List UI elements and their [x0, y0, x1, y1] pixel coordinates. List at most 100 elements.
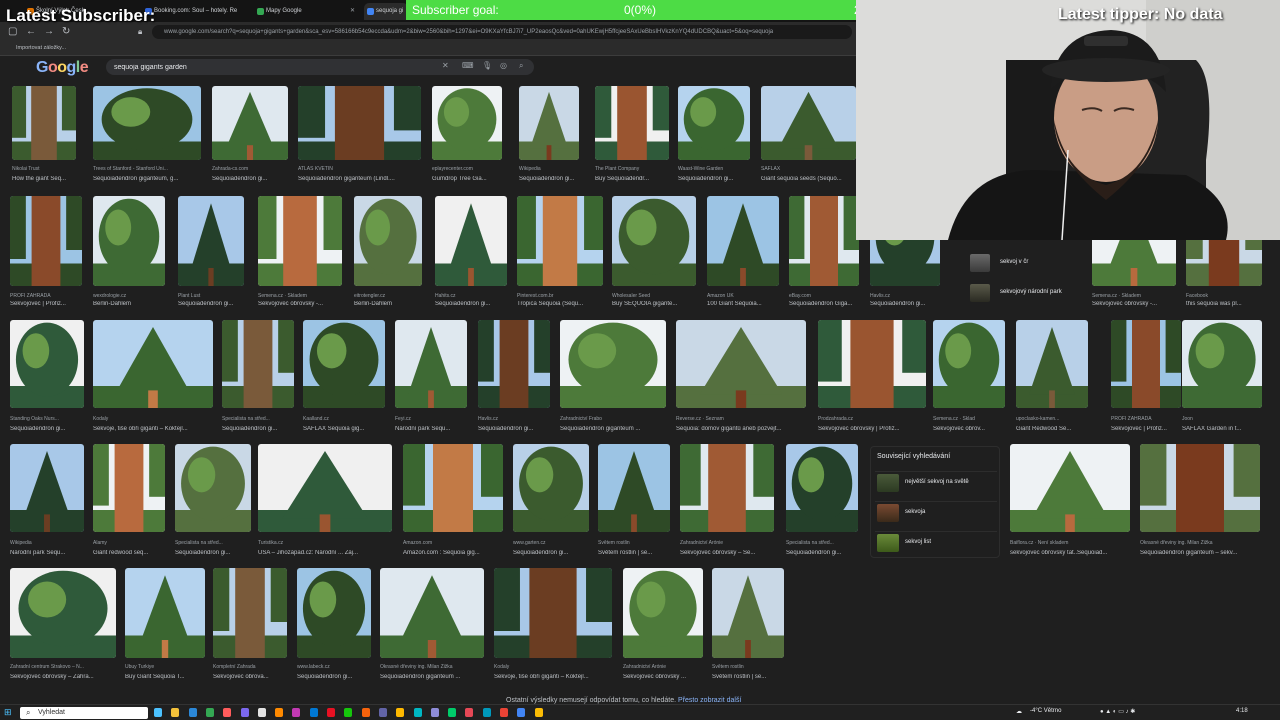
image-result[interactable]: Havlis.cz Sequoiadendron gi...	[478, 320, 550, 434]
result-thumbnail[interactable]	[761, 86, 856, 160]
result-thumbnail[interactable]	[818, 320, 926, 408]
taskbar-app-icon[interactable]	[517, 708, 526, 717]
image-result[interactable]: eBay.com Sequoiadendron Giga...	[789, 196, 859, 309]
result-source[interactable]: Okrasné dřeviny ing. Milan Žižka	[1140, 540, 1260, 546]
result-source[interactable]: Ubuy Turkiye	[125, 664, 205, 670]
image-result[interactable]: Světem rostlin Světem rostlin | se...	[598, 444, 670, 558]
image-result[interactable]: eitrotengler.cz Berlin-Dahlem	[354, 196, 422, 309]
result-title[interactable]: SAFLAX Garden in t...	[1182, 426, 1262, 432]
result-thumbnail[interactable]	[303, 320, 385, 408]
result-title[interactable]: Buy Sequoiadendr...	[595, 176, 669, 182]
related-search-item[interactable]: sekvojový národní park	[970, 282, 1086, 304]
image-result[interactable]: Reverse.cz · Seznam Sequoia: domov gigant…	[676, 320, 806, 434]
taskbar-app-icon[interactable]	[430, 708, 439, 717]
image-result[interactable]: Nikolai Trust How the giant Seq...	[12, 86, 76, 184]
result-source[interactable]: Feyi.cz	[395, 416, 467, 422]
related-search-item[interactable]: sekvoj v čr	[970, 252, 1086, 274]
result-source[interactable]: Havlis.cz	[870, 293, 940, 299]
result-thumbnail[interactable]	[178, 196, 244, 286]
taskbar-app-icon[interactable]	[275, 708, 284, 717]
result-title[interactable]: Sequoiadendron gi...	[786, 550, 858, 556]
result-title[interactable]: Světem rostlin | se...	[598, 550, 670, 556]
result-thumbnail[interactable]	[213, 568, 287, 658]
result-thumbnail[interactable]	[380, 568, 484, 658]
result-thumbnail[interactable]	[519, 86, 579, 160]
result-title[interactable]: Berlin-Dahlem	[93, 301, 165, 307]
result-title[interactable]: Giant redwood seq...	[93, 550, 165, 556]
lens-icon[interactable]: ◎	[500, 61, 507, 70]
result-source[interactable]: Havlis.cz	[478, 416, 550, 422]
result-thumbnail[interactable]	[595, 86, 669, 160]
image-result[interactable]: Kompletní Zahrada Sekvojovec obrova...	[213, 568, 287, 682]
result-title[interactable]: 100 Giant Sequoia...	[707, 301, 779, 307]
result-title[interactable]: Sekvojovec obrovský -...	[258, 301, 342, 307]
result-thumbnail[interactable]	[680, 444, 774, 532]
result-source[interactable]: Specialista na střed...	[175, 540, 251, 546]
taskbar-app-icon[interactable]	[413, 708, 422, 717]
result-thumbnail[interactable]	[93, 86, 201, 160]
result-title[interactable]: this sequoia was pl...	[1186, 301, 1262, 307]
result-source[interactable]: Kodaly	[93, 416, 213, 422]
result-source[interactable]: eBay.com	[789, 293, 859, 299]
result-source[interactable]: SAFLAX	[761, 166, 856, 172]
taskbar-app-icon[interactable]	[240, 708, 249, 717]
result-thumbnail[interactable]	[395, 320, 467, 408]
result-source[interactable]: Zahradní centrum Strakovo – N...	[10, 664, 116, 670]
result-thumbnail[interactable]	[175, 444, 251, 532]
result-thumbnail[interactable]	[10, 568, 116, 658]
taskbar-app-icon[interactable]	[482, 708, 491, 717]
result-source[interactable]: Plant Lust	[178, 293, 244, 299]
result-source[interactable]: PROFI ZAHRADA	[1111, 416, 1181, 422]
result-source[interactable]: Semena.cz · Sklad	[933, 416, 1005, 422]
image-result[interactable]: Zahradnictví Arónie Sekvojovec obrovský –…	[680, 444, 774, 558]
result-source[interactable]: Joon	[1182, 416, 1262, 422]
image-result[interactable]: Kodaly Sekvoje, tiše obři giganti – Kokte…	[93, 320, 213, 434]
result-title[interactable]: Národní park Sequ...	[395, 426, 467, 432]
clock[interactable]: 4:18	[1236, 708, 1248, 714]
image-result[interactable]: www.labeck.cz Sequoiadendron gi...	[297, 568, 371, 682]
result-title[interactable]: Sekvojovec obrovský – Se...	[680, 550, 774, 556]
result-source[interactable]: Nikolai Trust	[12, 166, 76, 172]
weather-icon[interactable]: ☁	[1016, 708, 1022, 715]
image-result[interactable]: Zahradní centrum Strakovo – N... Sekvojov…	[10, 568, 116, 682]
image-result[interactable]: Wikipedia Sequoiadendron gi...	[519, 86, 579, 184]
result-thumbnail[interactable]	[612, 196, 696, 286]
result-title[interactable]: Amazon.com : Sequoia gig...	[403, 550, 503, 556]
taskbar-app-icon[interactable]	[465, 708, 474, 717]
result-title[interactable]: Sequoiadendron gi...	[178, 301, 244, 307]
image-result[interactable]: Specialista na střed... Sequoiadendron gi…	[786, 444, 858, 558]
result-title[interactable]: Sequoiadendron giganteum ...	[380, 674, 484, 680]
result-title[interactable]: Sequoiadendron gi...	[519, 176, 579, 182]
url-field[interactable]: www.google.com/search?q=sequoja+gigants+…	[152, 25, 852, 39]
image-result[interactable]: Zahradnictví Frabo Sequoiadendron gigante…	[560, 320, 666, 434]
result-source[interactable]: Alamy	[93, 540, 165, 546]
taskbar-app-icon[interactable]	[361, 708, 370, 717]
result-title[interactable]: Sekvoje, tiše obři giganti – Koktejl...	[494, 674, 612, 680]
result-title[interactable]: Sequoiadendron giganteum (Lindl....	[298, 176, 421, 182]
weather-text[interactable]: -4°C Větrno	[1030, 708, 1061, 714]
result-source[interactable]: Zahradnictví Arónie	[623, 664, 703, 670]
result-title[interactable]: Sequoia: domov gigantů aneb pozvejt...	[676, 426, 806, 432]
result-source[interactable]: Specialista na střed...	[222, 416, 294, 422]
result-source[interactable]: Zahradnictví Frabo	[560, 416, 666, 422]
taskbar-app-icon[interactable]	[344, 708, 353, 717]
taskbar-app-icon[interactable]	[309, 708, 318, 717]
result-source[interactable]: Zahrada-cs.com	[212, 166, 288, 172]
image-result[interactable]: Ubuy Turkiye Buy Giant Sequoia T...	[125, 568, 205, 682]
result-source[interactable]: www.labeck.cz	[297, 664, 371, 670]
result-thumbnail[interactable]	[933, 320, 1005, 408]
taskbar-app-icon[interactable]	[534, 708, 543, 717]
result-title[interactable]: Sequoiadendron gi...	[212, 176, 288, 182]
result-source[interactable]: upoclasko-kamen...	[1016, 416, 1088, 422]
result-source[interactable]: Zahradnictví Arónie	[680, 540, 774, 546]
taskbar-app-icon[interactable]	[154, 708, 162, 717]
result-title[interactable]: Sequoiadendron giganteum ...	[560, 426, 666, 432]
result-source[interactable]: eplayrecenter.com	[432, 166, 502, 172]
result-title[interactable]: Sequoiadendron giganteum – sekv...	[1140, 550, 1260, 556]
image-result[interactable]: Pinterest.com.br Tropica Sequoia (Sequ...	[517, 196, 603, 309]
result-source[interactable]: Trees of Stanford - Stanford Uni...	[93, 166, 201, 172]
search-icon[interactable]: ⌕	[519, 61, 523, 71]
image-result[interactable]: Zahradnictví Arónie Sekvojovec obrovský .…	[623, 568, 703, 682]
result-source[interactable]: Světem rostlin	[712, 664, 784, 670]
result-title[interactable]: Sequoiadendron gi...	[513, 550, 589, 556]
